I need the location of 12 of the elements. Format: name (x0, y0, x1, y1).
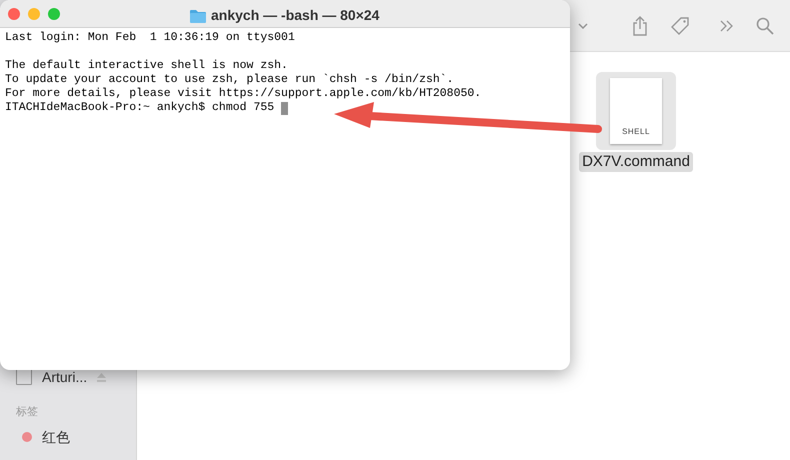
terminal-line: The default interactive shell is now zsh. (5, 59, 288, 72)
sidebar-item[interactable]: 红色 (42, 426, 70, 448)
file-type-label: SHELL (622, 126, 650, 138)
sidebar-heading: 标签 (16, 405, 38, 420)
sidebar-item[interactable]: Arturi... (42, 366, 88, 388)
window-title: ankych — -bash — 80×24 (211, 6, 380, 25)
command-prompt: ITACHIdeMacBook-Pro:~ ankych$ chmod 755 (5, 101, 276, 115)
terminal-line: For more details, please visit https://support.apple.com/kb/HT208050. (5, 87, 482, 100)
terminal-line: To update your account to use zsh, please run `chsh -s /bin/zsh`. (5, 73, 454, 86)
document-icon[interactable]: SHELL (610, 78, 662, 144)
terminal-line: Last login: Mon Feb 1 10:36:19 on ttys001 (5, 31, 295, 44)
file-name[interactable]: DX7V.command (579, 152, 693, 172)
